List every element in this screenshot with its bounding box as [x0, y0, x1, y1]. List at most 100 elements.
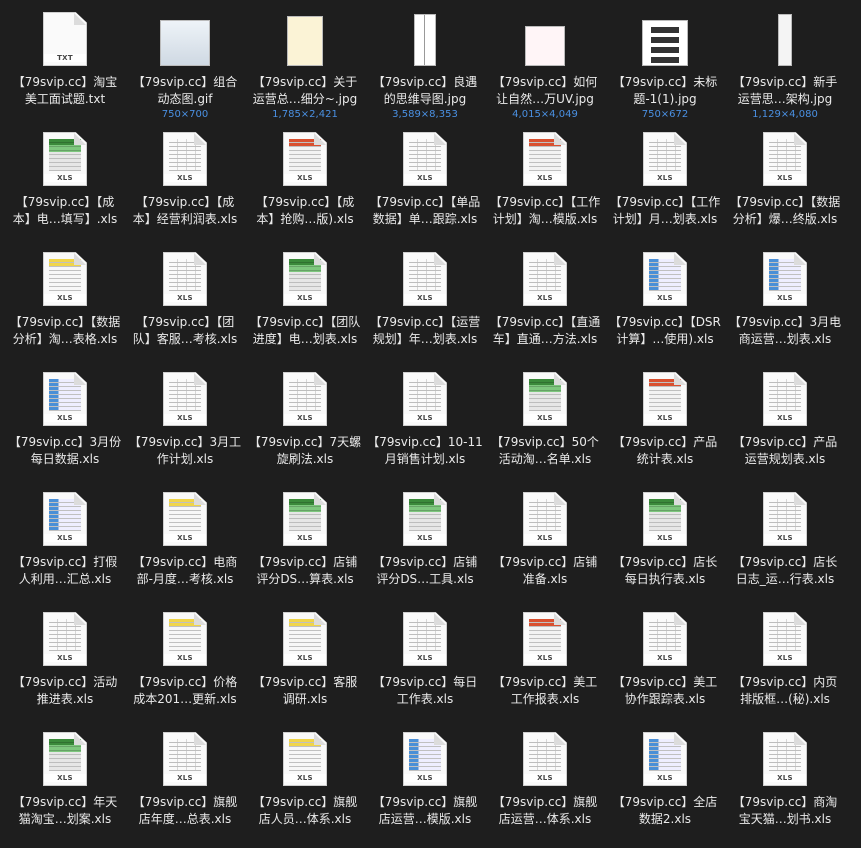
spreadsheet-file-icon: XLS	[523, 732, 567, 786]
file-name-line2: 美工面试题.txt	[24, 92, 106, 106]
spreadsheet-file-icon: XLS	[643, 612, 687, 666]
file-item[interactable]: XLS 【79svip.cc】【团 队】客服…考核.xls	[125, 248, 245, 368]
file-type-badge: XLS	[764, 534, 806, 542]
file-type-badge: XLS	[284, 654, 326, 662]
file-item[interactable]: XLS 【79svip.cc】3月工 作计划.xls	[125, 368, 245, 488]
file-item[interactable]: 【79svip.cc】未标 题-1(1).jpg 750×672	[605, 8, 725, 128]
file-name: 【79svip.cc】3月份 每日数据.xls	[6, 434, 124, 468]
file-thumbnail: XLS	[396, 608, 454, 666]
file-item[interactable]: XLS 【79svip.cc】店长 每日执行表.xls	[605, 488, 725, 608]
file-item[interactable]: XLS 【79svip.cc】客服 调研.xls	[245, 608, 365, 728]
file-item[interactable]: XLS 【79svip.cc】【直通 车】直通…方法.xls	[485, 248, 605, 368]
file-item[interactable]: XLS 【79svip.cc】【成 本】经营利润表.xls	[125, 128, 245, 248]
file-item[interactable]: 【79svip.cc】良遇 的思维导图.jpg 3,589×8,353	[365, 8, 485, 128]
file-name-line2: 日志_运…行表.xls	[735, 572, 835, 586]
file-item[interactable]: XLS 【79svip.cc】每日 工作表.xls	[365, 608, 485, 728]
file-item[interactable]: XLS 【79svip.cc】年天 猫淘宝…划案.xls	[5, 728, 125, 848]
file-item[interactable]: XLS 【79svip.cc】50个 活动淘…名单.xls	[485, 368, 605, 488]
file-item[interactable]: 【79svip.cc】组合 动态图.gif 750×700	[125, 8, 245, 128]
file-name: 【79svip.cc】电商 部-月度…考核.xls	[126, 554, 244, 588]
file-type-badge: TXT	[44, 54, 86, 62]
sheet-preview	[289, 259, 321, 291]
file-item[interactable]: XLS 【79svip.cc】7天螺 旋刷法.xls	[245, 368, 365, 488]
file-thumbnail: XLS	[516, 128, 574, 186]
file-type-badge: XLS	[644, 294, 686, 302]
file-item[interactable]: XLS 【79svip.cc】内页 排版框…(秘).xls	[725, 608, 845, 728]
file-name-line1: 【79svip.cc】50个	[491, 435, 599, 449]
file-item[interactable]: XLS 【79svip.cc】【DSR 计算】…使用).xls	[605, 248, 725, 368]
file-name: 【79svip.cc】旗舰 店年度…总表.xls	[126, 794, 244, 828]
file-item[interactable]: XLS 【79svip.cc】店铺 评分DS…算表.xls	[245, 488, 365, 608]
sheet-preview	[769, 379, 801, 411]
file-name-line2: 店年度…总表.xls	[138, 812, 232, 826]
file-item[interactable]: XLS 【79svip.cc】【工作 计划】月…划表.xls	[605, 128, 725, 248]
file-name-line2: 协作跟踪表.xls	[624, 692, 706, 706]
file-item[interactable]: XLS 【79svip.cc】3月电 商运营…划表.xls	[725, 248, 845, 368]
file-item[interactable]: XLS 【79svip.cc】店长 日志_运…行表.xls	[725, 488, 845, 608]
file-name-line2: 部-月度…考核.xls	[136, 572, 234, 586]
sheet-preview	[769, 619, 801, 651]
file-item[interactable]: XLS 【79svip.cc】店铺 评分DS…工具.xls	[365, 488, 485, 608]
file-item[interactable]: XLS 【79svip.cc】旗舰 店年度…总表.xls	[125, 728, 245, 848]
file-thumbnail: XLS	[156, 368, 214, 426]
file-item[interactable]: XLS 【79svip.cc】【数据 分析】淘…表格.xls	[5, 248, 125, 368]
file-name: 【79svip.cc】年天 猫淘宝…划案.xls	[6, 794, 124, 828]
file-name: 【79svip.cc】店铺 评分DS…算表.xls	[246, 554, 364, 588]
file-item[interactable]: XLS 【79svip.cc】【工作 计划】淘…模版.xls	[485, 128, 605, 248]
file-name-line2: 运营思…架构.jpg	[737, 92, 833, 106]
file-item[interactable]: XLS 【79svip.cc】【数据 分析】爆…终版.xls	[725, 128, 845, 248]
image-dimensions: 1,129×4,080	[752, 109, 818, 120]
file-name-line1: 【79svip.cc】店铺	[252, 555, 358, 569]
file-name-line2: 规划】年…划表.xls	[372, 332, 478, 346]
file-item[interactable]: XLS 【79svip.cc】10-11 月销售计划.xls	[365, 368, 485, 488]
file-item[interactable]: 【79svip.cc】关于 运营总…细分~.jpg 1,785×2,421	[245, 8, 365, 128]
file-name: 【79svip.cc】【成 本】经营利润表.xls	[126, 194, 244, 228]
file-thumbnail: TXT	[36, 8, 94, 66]
file-name-line2: 推进表.xls	[36, 692, 94, 706]
sheet-preview	[409, 259, 441, 291]
spreadsheet-file-icon: XLS	[283, 612, 327, 666]
file-item[interactable]: XLS 【79svip.cc】电商 部-月度…考核.xls	[125, 488, 245, 608]
file-item[interactable]: XLS 【79svip.cc】3月份 每日数据.xls	[5, 368, 125, 488]
file-item[interactable]: XLS 【79svip.cc】【单品 数据】单…跟踪.xls	[365, 128, 485, 248]
file-item[interactable]: XLS 【79svip.cc】旗舰 店人员…体系.xls	[245, 728, 365, 848]
file-item[interactable]: XLS 【79svip.cc】店铺 准备.xls	[485, 488, 605, 608]
file-name-line1: 【79svip.cc】美工	[612, 675, 718, 689]
file-thumbnail: XLS	[396, 128, 454, 186]
file-item[interactable]: XLS 【79svip.cc】产品 统计表.xls	[605, 368, 725, 488]
file-name-line2: 运营总…细分~.jpg	[252, 92, 358, 106]
file-item[interactable]: XLS 【79svip.cc】打假 人利用…汇总.xls	[5, 488, 125, 608]
file-name-line2: 进度】电…划表.xls	[252, 332, 358, 346]
file-item[interactable]: XLS 【79svip.cc】【团队 进度】电…划表.xls	[245, 248, 365, 368]
file-item[interactable]: XLS 【79svip.cc】全店 数据2.xls	[605, 728, 725, 848]
file-name-line2: 动态图.gif	[157, 92, 213, 106]
file-item[interactable]: XLS 【79svip.cc】美工 协作跟踪表.xls	[605, 608, 725, 728]
sheet-preview	[409, 739, 441, 771]
file-item[interactable]: 【79svip.cc】新手 运营思…架构.jpg 1,129×4,080	[725, 8, 845, 128]
file-item[interactable]: XLS 【79svip.cc】【成 本】抢购…版).xls	[245, 128, 365, 248]
file-name-line1: 【79svip.cc】电商	[132, 555, 238, 569]
file-item[interactable]: XLS 【79svip.cc】【成 本】电…填写】.xls	[5, 128, 125, 248]
file-type-badge: XLS	[524, 774, 566, 782]
file-item[interactable]: XLS 【79svip.cc】商淘 宝天猫…划书.xls	[725, 728, 845, 848]
file-item[interactable]: TXT 【79svip.cc】淘宝 美工面试题.txt	[5, 8, 125, 128]
file-item[interactable]: XLS 【79svip.cc】产品 运营规划表.xls	[725, 368, 845, 488]
spreadsheet-file-icon: XLS	[283, 492, 327, 546]
file-name-line2: 成本201…更新.xls	[133, 692, 237, 706]
sheet-preview	[49, 139, 81, 171]
file-item[interactable]: XLS 【79svip.cc】美工 工作报表.xls	[485, 608, 605, 728]
file-item[interactable]: XLS 【79svip.cc】旗舰 店运营…体系.xls	[485, 728, 605, 848]
file-name-line1: 【79svip.cc】旗舰	[252, 795, 358, 809]
spreadsheet-file-icon: XLS	[403, 492, 447, 546]
file-item[interactable]: XLS 【79svip.cc】旗舰 店运营…模版.xls	[365, 728, 485, 848]
file-item[interactable]: 【79svip.cc】如何 让自然…万UV.jpg 4,015×4,049	[485, 8, 605, 128]
file-name-line2: 本】电…填写】.xls	[12, 212, 118, 226]
spreadsheet-file-icon: XLS	[43, 132, 87, 186]
file-item[interactable]: XLS 【79svip.cc】【运营 规划】年…划表.xls	[365, 248, 485, 368]
file-name: 【79svip.cc】产品 运营规划表.xls	[726, 434, 844, 468]
file-item[interactable]: XLS 【79svip.cc】价格 成本201…更新.xls	[125, 608, 245, 728]
file-type-badge: XLS	[44, 654, 86, 662]
file-item[interactable]: XLS 【79svip.cc】活动 推进表.xls	[5, 608, 125, 728]
file-name: 【79svip.cc】如何 让自然…万UV.jpg	[486, 74, 604, 108]
file-type-badge: XLS	[164, 294, 206, 302]
